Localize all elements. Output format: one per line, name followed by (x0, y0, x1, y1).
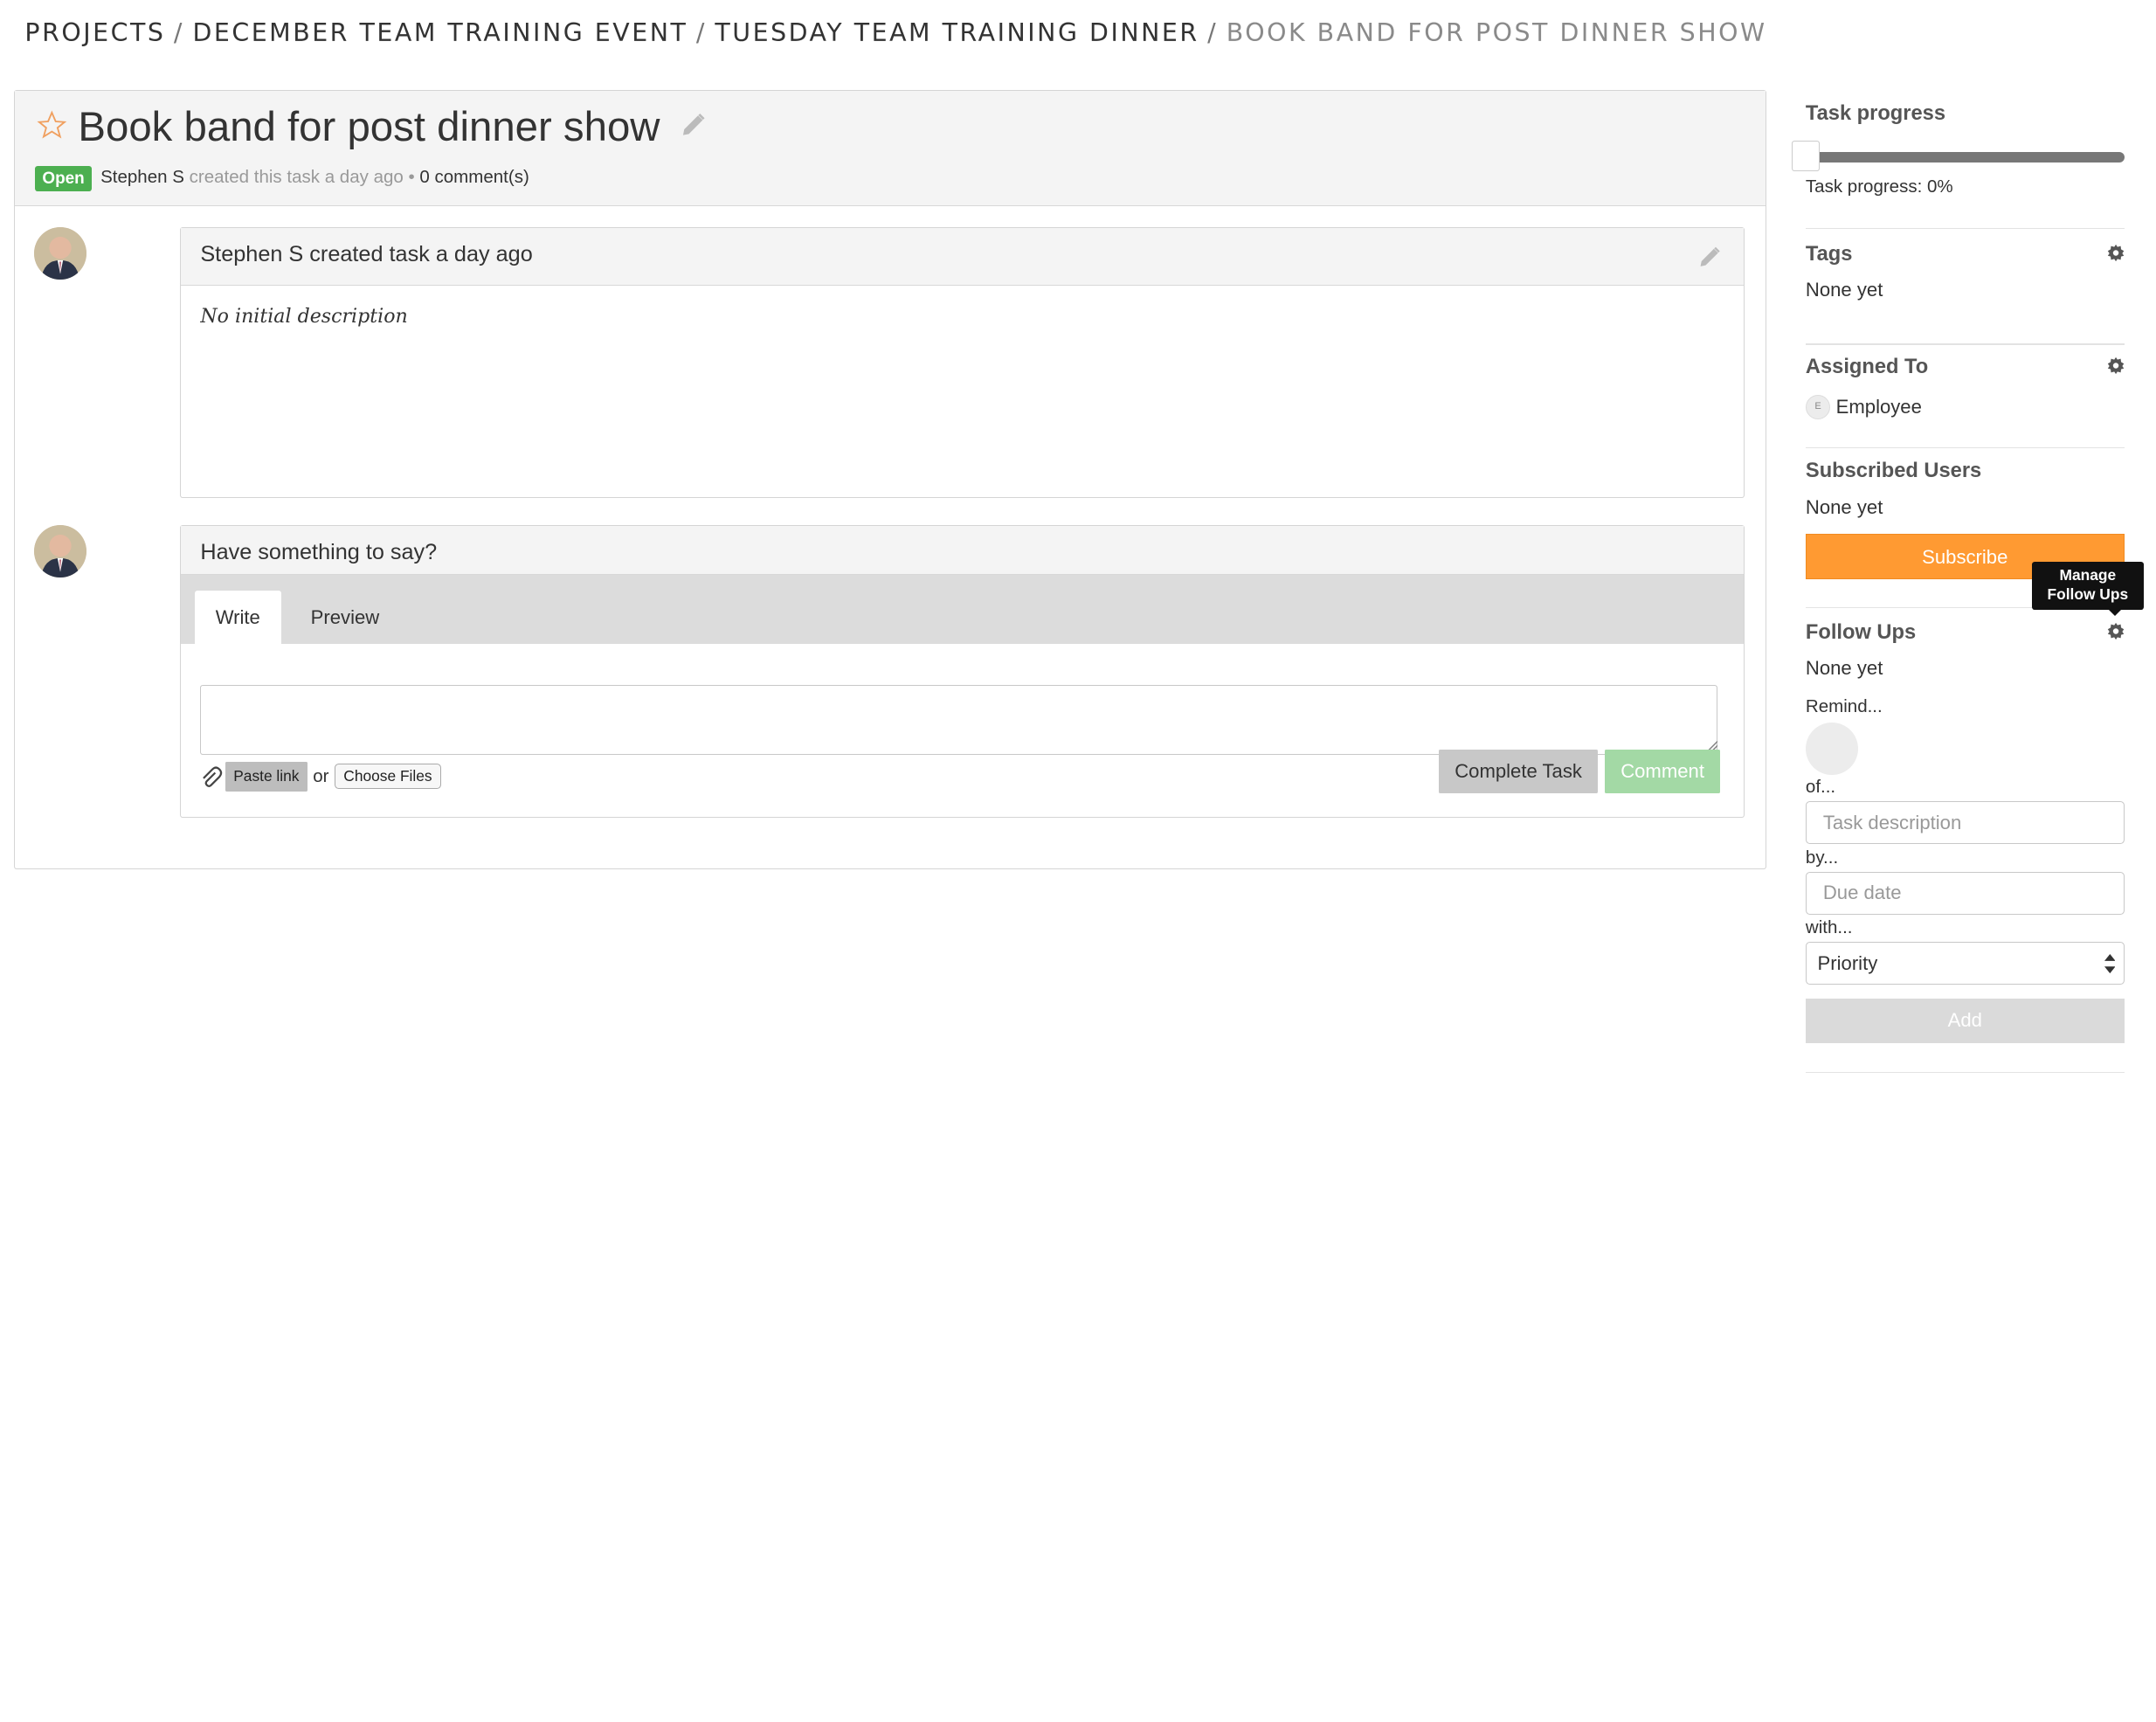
meta-dot: • (408, 167, 415, 188)
edit-pencil-icon[interactable] (680, 111, 708, 139)
paperclip-icon (203, 766, 223, 787)
comment-button[interactable]: Comment (1604, 749, 1721, 794)
divider (1805, 1071, 2125, 1074)
divider (1805, 343, 2125, 345)
comment-header: Have something to say? (181, 526, 1745, 576)
with-label: with... (1805, 917, 1853, 938)
status-badge: Open (35, 166, 92, 191)
avatar-photo (33, 525, 86, 577)
select-arrows-icon (2104, 954, 2116, 974)
tooltip-line: Manage (2059, 566, 2117, 584)
follow-ups-title: Follow Ups (1805, 620, 1917, 644)
activity-header: Stephen S created task a day ago (181, 227, 1745, 286)
due-date-input[interactable] (1805, 871, 2125, 915)
edit-pencil-icon[interactable] (1697, 245, 1722, 269)
comment-tabs: Write Preview (181, 575, 1745, 645)
task-description: No initial description (200, 305, 408, 328)
breadcrumb-dinner[interactable]: TUESDAY TEAM TRAINING DINNER (715, 18, 1199, 47)
follow-ups-value: None yet (1805, 656, 1883, 679)
star-icon[interactable] (37, 110, 67, 141)
breadcrumb-projects[interactable]: PROJECTS (24, 18, 165, 47)
task-meta: Open Stephen S created this task a day a… (35, 166, 529, 191)
assignee-avatar: E (1805, 394, 1831, 420)
task-progress-title: Task progress (1805, 101, 1945, 125)
breadcrumb-separator: / (695, 17, 707, 47)
created-text: created this task a day ago (189, 167, 404, 188)
avatar (33, 226, 86, 280)
avatar (33, 525, 86, 577)
tags-value: None yet (1805, 278, 1883, 301)
add-follow-up-button[interactable]: Add (1805, 999, 2125, 1043)
task-header: Book band for post dinner show Open Step… (14, 90, 1766, 206)
breadcrumb-separator: / (173, 17, 184, 47)
breadcrumb: PROJECTS / DECEMBER TEAM TRAINING EVENT / TU… (24, 18, 1766, 47)
comments-count[interactable]: 0 comment(s) (419, 168, 529, 188)
task-description-input[interactable] (1805, 801, 2125, 845)
progress-slider-handle[interactable] (1792, 141, 1820, 171)
assignee-name[interactable]: Employee (1836, 396, 1922, 418)
by-label: by... (1805, 847, 1839, 868)
subscribed-users-title: Subscribed Users (1805, 459, 1982, 482)
subscribed-users-value: None yet (1805, 496, 1883, 519)
comment-textarea[interactable] (200, 684, 1718, 756)
remind-label: Remind... (1805, 696, 1883, 717)
tags-title: Tags (1805, 242, 1853, 266)
activity-card: Stephen S created task a day ago No init… (180, 226, 1745, 498)
attachment-row: Paste link or Choose Files (200, 762, 442, 792)
avatar-photo (33, 226, 86, 280)
tab-preview[interactable]: Preview (290, 591, 400, 645)
comment-card: Have something to say? Write Preview Pas… (180, 525, 1745, 819)
breadcrumb-current: BOOK BAND FOR POST DINNER SHOW (1226, 17, 1767, 47)
task-progress-label: Task progress: 0% (1805, 176, 1953, 197)
breadcrumb-event[interactable]: DECEMBER TEAM TRAINING EVENT (192, 18, 688, 47)
gear-icon[interactable] (2106, 356, 2125, 375)
gear-icon[interactable] (2106, 243, 2125, 262)
manage-follow-ups-tooltip: Manage Follow Ups (2031, 561, 2144, 610)
tab-write[interactable]: Write (195, 590, 281, 645)
assigned-to-title: Assigned To (1805, 356, 1929, 379)
of-label: of... (1805, 776, 1836, 797)
tooltip-arrow (2109, 609, 2122, 617)
complete-task-button[interactable]: Complete Task (1439, 749, 1598, 794)
divider (1805, 446, 2125, 449)
priority-select[interactable]: Priority (1805, 942, 2125, 985)
choose-files-button[interactable]: Choose Files (334, 764, 442, 790)
task-title: Book band for post dinner show (78, 103, 660, 150)
progress-slider-track[interactable] (1805, 151, 2125, 163)
breadcrumb-separator: / (1207, 17, 1219, 47)
activity-header-text: Stephen S created task a day ago (200, 241, 533, 266)
gear-icon[interactable] (2106, 621, 2125, 640)
comment-header-text: Have something to say? (200, 539, 438, 564)
paste-link-button[interactable]: Paste link (225, 762, 308, 792)
task-panel: Book band for post dinner show Open Step… (13, 89, 1766, 870)
divider (1805, 227, 2125, 230)
remind-user-picker[interactable] (1805, 723, 1858, 776)
or-text: or (313, 765, 329, 786)
priority-selected: Priority (1817, 951, 1878, 974)
task-author: Stephen S (100, 167, 184, 188)
tooltip-line: Follow Ups (2047, 585, 2129, 604)
